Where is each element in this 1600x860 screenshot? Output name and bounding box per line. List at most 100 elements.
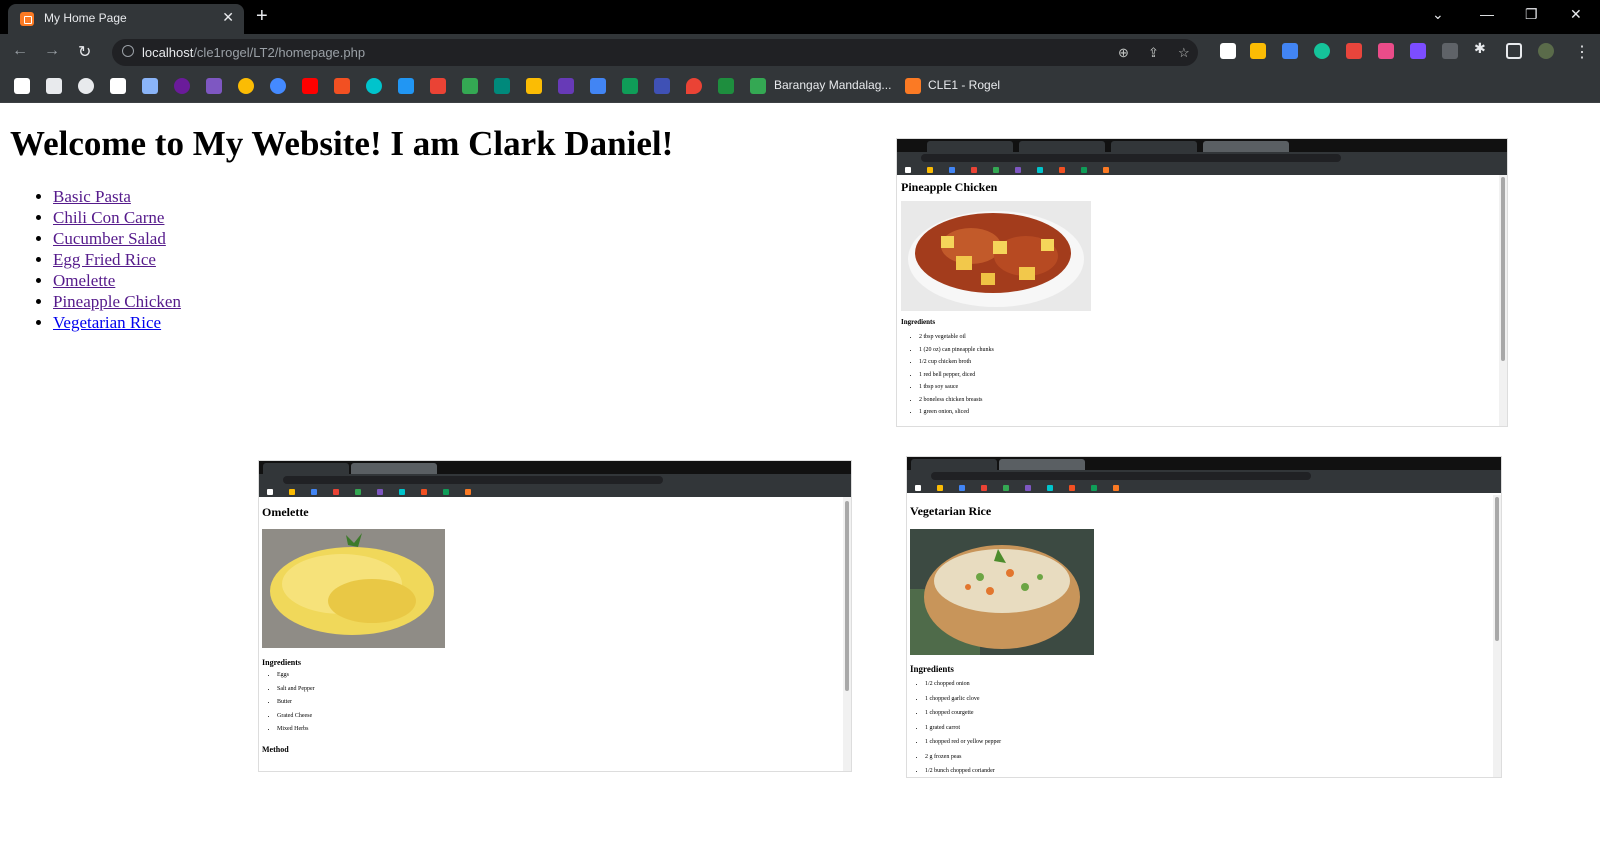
site-info-icon[interactable] — [122, 45, 134, 57]
sheets-bookmark-icon[interactable] — [622, 78, 638, 94]
grammarly-icon[interactable] — [1314, 43, 1330, 59]
drive-bookmark-icon[interactable] — [462, 78, 478, 94]
xampp-bookmark-icon[interactable] — [905, 78, 921, 94]
zoom-icon[interactable]: ⊕ — [1118, 45, 1129, 61]
extension-icon[interactable] — [1442, 43, 1458, 59]
list-item: 1 green onion, sliced — [919, 406, 994, 419]
mini-tab-bar — [259, 461, 851, 474]
list-item: Chili Con Carne — [53, 207, 181, 228]
github-bookmark-icon[interactable] — [78, 78, 94, 94]
maps-bookmark-icon[interactable] — [686, 78, 702, 94]
list-item: Basic Pasta — [53, 186, 181, 207]
list-item: Eggs — [277, 669, 315, 683]
extension-icon[interactable] — [1378, 43, 1394, 59]
tab-my-home-page[interactable]: My Home Page ✕ — [8, 4, 244, 34]
list-item: Butter — [277, 696, 315, 710]
list-item: 1 chopped garlic clove — [925, 692, 1001, 707]
list-item: Grated Cheese — [277, 710, 315, 724]
omelette-method-heading: Method — [262, 745, 289, 754]
vegetarian-rice-screenshot: Vegetarian Rice Ingredients 1/2 chopped … — [907, 457, 1501, 777]
extensions-puzzle-icon[interactable]: ✱ — [1474, 40, 1490, 56]
list-item: Pineapple Chicken — [53, 291, 181, 312]
messenger-bookmark-icon[interactable] — [270, 78, 286, 94]
avatar[interactable] — [1538, 43, 1554, 59]
bookmark-icon[interactable] — [526, 78, 542, 94]
microsoft-bookmark-icon[interactable] — [334, 78, 350, 94]
extension-icon[interactable] — [1250, 43, 1266, 59]
notion-extension-icon[interactable] — [1220, 43, 1236, 59]
drive-bookmark-icon[interactable] — [750, 78, 766, 94]
share-icon[interactable]: ⇪ — [1148, 45, 1159, 61]
recipe-link-pineapple-chicken[interactable]: Pineapple Chicken — [53, 292, 181, 311]
page-content: Welcome to My Website! I am Clark Daniel… — [0, 102, 1600, 860]
side-panel-icon[interactable] — [1506, 43, 1522, 59]
bookmark-icon[interactable] — [238, 78, 254, 94]
vegetarian-ingredient-list: 1/2 chopped onion 1 chopped garlic clove… — [911, 677, 1001, 777]
close-tab-icon[interactable]: ✕ — [222, 9, 234, 26]
pineapple-chicken-photo — [901, 201, 1091, 311]
bookmark-barangay[interactable]: Barangay Mandalag... — [774, 78, 891, 92]
bookmark-icon[interactable] — [174, 78, 190, 94]
vegetarian-title: Vegetarian Rice — [910, 504, 992, 518]
list-item: 1 red bell pepper, diced — [919, 369, 994, 382]
back-icon[interactable]: ← — [12, 42, 28, 60]
bookmark-icon[interactable] — [110, 78, 126, 94]
menu-kebab-icon[interactable]: ⋮ — [1574, 42, 1590, 62]
list-item: 2 boneless chicken breasts — [919, 394, 994, 407]
extension-icon[interactable] — [1410, 43, 1426, 59]
canva-bookmark-icon[interactable] — [366, 78, 382, 94]
list-item: 2 tbsp vegetable oil — [919, 331, 994, 344]
bookmark-star-icon[interactable]: ☆ — [1178, 45, 1190, 61]
page-heading: Welcome to My Website! I am Clark Daniel… — [10, 124, 674, 163]
recipe-link-chili-con-carne[interactable]: Chili Con Carne — [53, 208, 164, 227]
close-window-icon[interactable]: ✕ — [1570, 6, 1582, 23]
pineapple-title: Pineapple Chicken — [901, 180, 998, 194]
forward-icon[interactable]: → — [44, 42, 60, 60]
list-item: 1 grated carrot — [925, 721, 1001, 736]
bookmark-icon[interactable] — [654, 78, 670, 94]
recipe-list: Basic Pasta Chili Con Carne Cucumber Sal… — [33, 186, 181, 333]
mini-toolbar — [897, 152, 1507, 164]
notion-bookmark-icon[interactable] — [14, 78, 30, 94]
recipe-link-basic-pasta[interactable]: Basic Pasta — [53, 187, 131, 206]
list-item: Vegetarian Rice — [53, 312, 181, 333]
omelette-screenshot: Omelette Ingredients Eggs Salt and Peppe… — [259, 461, 851, 771]
mini-bookmarks — [897, 164, 1507, 175]
list-item: 1 chopped red or yellow pepper — [925, 735, 1001, 750]
mini-toolbar — [907, 470, 1501, 482]
list-item: 2 g frozen peas — [925, 750, 1001, 765]
mini-toolbar — [259, 474, 851, 486]
pineapple-chicken-screenshot: Pineapple Chicken Ingredients 2 tbsp veg… — [897, 139, 1507, 426]
recipe-link-omelette[interactable]: Omelette — [53, 271, 115, 290]
bookmarks-bar: Barangay Mandalag... CLE1 - Rogel — [0, 70, 1600, 103]
restore-icon[interactable]: ❐ — [1525, 6, 1538, 23]
tab-bar: My Home Page ✕ + ⌄ — ❐ ✕ — [0, 0, 1600, 34]
docs-bookmark-icon[interactable] — [590, 78, 606, 94]
mini-bookmarks — [259, 486, 851, 497]
bookmark-icon[interactable] — [142, 78, 158, 94]
list-item: 1 tbsp soy sauce — [919, 381, 994, 394]
xampp-favicon-icon — [20, 12, 34, 26]
bookmark-cle1-rogel[interactable]: CLE1 - Rogel — [928, 78, 1000, 92]
extension-icon[interactable] — [1346, 43, 1362, 59]
new-tab-icon[interactable]: + — [256, 5, 268, 28]
home-bookmark-icon[interactable] — [46, 78, 62, 94]
url-text: localhost/cle1rogel/LT2/homepage.php — [142, 45, 366, 60]
list-item: Egg Fried Rice — [53, 249, 181, 270]
gmail-bookmark-icon[interactable] — [430, 78, 446, 94]
recipe-link-cucumber-salad[interactable]: Cucumber Salad — [53, 229, 166, 248]
bookmark-icon[interactable] — [398, 78, 414, 94]
minimize-icon[interactable]: — — [1480, 6, 1494, 22]
bookmark-icon[interactable] — [206, 78, 222, 94]
translate-extension-icon[interactable] — [1282, 43, 1298, 59]
meet-bookmark-icon[interactable] — [494, 78, 510, 94]
forms-bookmark-icon[interactable] — [558, 78, 574, 94]
recipe-link-vegetarian-rice[interactable]: Vegetarian Rice — [53, 313, 161, 332]
mini-tab-bar — [907, 457, 1501, 470]
youtube-bookmark-icon[interactable] — [302, 78, 318, 94]
reload-icon[interactable]: ↻ — [78, 42, 91, 62]
tab-search-chevron-icon[interactable]: ⌄ — [1432, 6, 1444, 23]
recipe-link-egg-fried-rice[interactable]: Egg Fried Rice — [53, 250, 156, 269]
address-bar[interactable]: localhost/cle1rogel/LT2/homepage.php ⊕ ⇪… — [112, 39, 1198, 66]
bookmark-icon[interactable] — [718, 78, 734, 94]
